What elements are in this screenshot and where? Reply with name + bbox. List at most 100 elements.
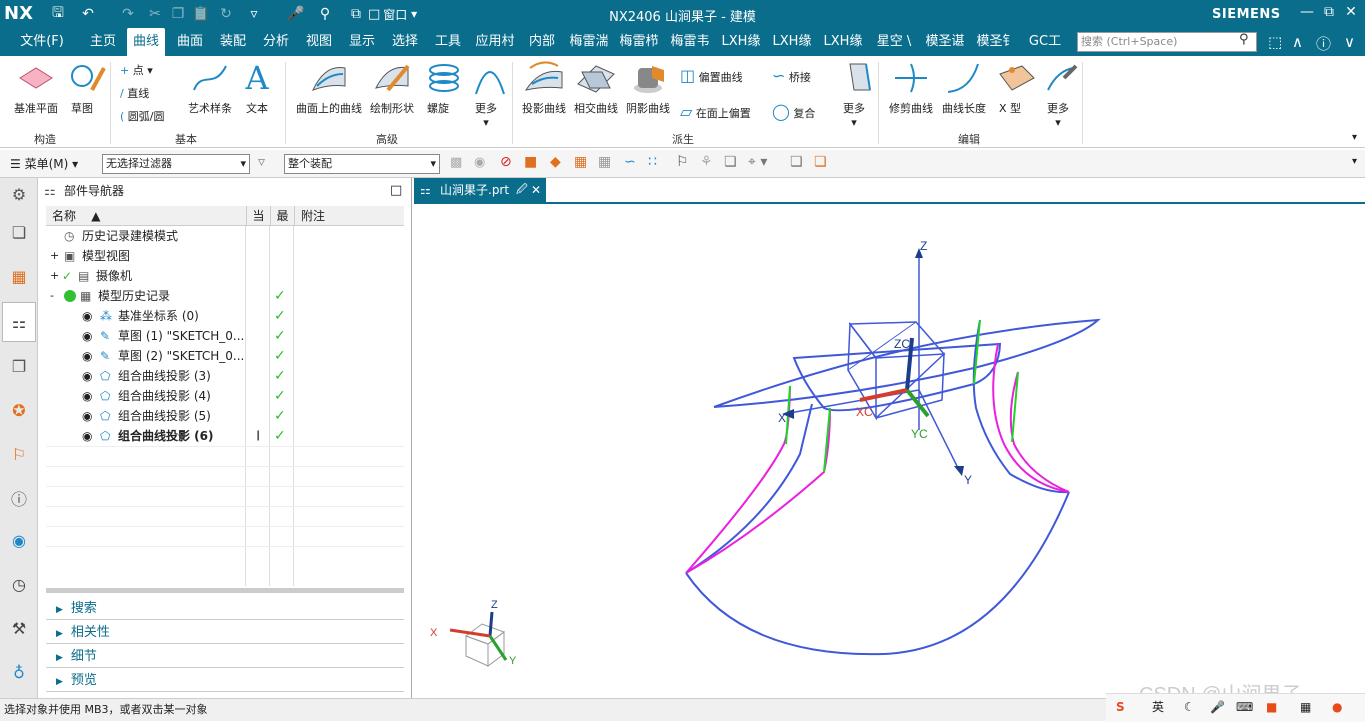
toolbox-icon[interactable]: ▦ — [1300, 696, 1311, 718]
sogou-icon[interactable]: S — [1116, 696, 1125, 718]
globe-icon[interactable]: ◉ — [7, 528, 31, 552]
tab-0[interactable]: 文件(F) — [14, 28, 70, 56]
column-comment-header[interactable]: 附注 — [294, 206, 404, 226]
tab-16[interactable]: LXH缘 — [770, 28, 814, 56]
arc-circle-button[interactable]: ( 圆弧/圆 — [120, 108, 165, 124]
feature-cube-icon[interactable]: ■ — [524, 154, 537, 170]
tree-row[interactable]: ◉ ⬠ 组合曲线投影 (6) ❙ ✓ — [46, 426, 402, 446]
project-curve-button[interactable]: 投影曲线 — [520, 60, 568, 116]
close-button[interactable]: ✕ — [1340, 4, 1362, 24]
solid-icon[interactable]: ▦ — [574, 154, 587, 170]
tab-10[interactable]: 应用村 — [473, 28, 517, 56]
web-browser-icon[interactable]: ⚐ — [7, 442, 31, 466]
more-derived-button[interactable]: 更多 ▾ — [836, 60, 872, 129]
collapse-ribbon-icon[interactable]: ∧ — [1292, 33, 1303, 51]
line-button[interactable]: / 直线 — [120, 85, 149, 101]
column-latest-header[interactable]: 最 — [270, 206, 294, 226]
tab-1[interactable]: 主页 — [84, 28, 122, 56]
type-filter-select[interactable]: 无选择过滤器 ▾ — [102, 154, 250, 174]
tree-row[interactable]: + ▣ 模型视图 — [46, 246, 402, 266]
selection-cube-icon[interactable]: ❏ — [814, 154, 827, 170]
visibility-eye-icon[interactable]: ◉ — [82, 306, 92, 326]
more-edit-button[interactable]: 更多 ▾ — [1038, 60, 1078, 129]
voice-icon[interactable]: 🎤 — [1210, 696, 1225, 718]
menu-button[interactable]: ☰ 菜单(M) ▾ — [10, 155, 78, 172]
constraint-navigator-icon[interactable]: ▦ — [7, 264, 31, 288]
column-name-header[interactable]: 名称 ▲ — [46, 206, 246, 226]
curve-icon[interactable]: ∽ — [624, 154, 636, 170]
tab-8[interactable]: 选择 — [387, 28, 423, 56]
x-form-button[interactable]: X 型 — [992, 60, 1035, 116]
tree-row[interactable]: ◉ ⬠ 组合曲线投影 (3) ✓ — [46, 366, 402, 386]
minimize-button[interactable]: — — [1296, 4, 1318, 24]
part-navigator-icon[interactable]: ⚏ — [7, 310, 31, 334]
maximize-panel-icon[interactable]: □ — [390, 183, 402, 198]
column-current-header[interactable]: 当 — [246, 206, 270, 226]
visibility-eye-icon[interactable]: ◉ — [82, 426, 92, 446]
component-icon[interactable]: ❏ — [724, 154, 737, 170]
curve-length-button[interactable]: 曲线长度 — [940, 60, 988, 116]
composite-button[interactable]: ◯ 复合 — [772, 102, 815, 121]
ribbon-collapse-icon[interactable]: ▾ — [1352, 132, 1357, 143]
info-icon[interactable]: ⓘ — [7, 486, 31, 510]
fullscreen-icon[interactable]: ⬚ — [1268, 33, 1282, 51]
tab-4[interactable]: 装配 — [214, 28, 252, 56]
shadow-curve-button[interactable]: 阴影曲线 — [624, 60, 672, 116]
filter-icon[interactable]: ▿ — [258, 154, 265, 170]
tree-row[interactable]: ◉ ✎ 草图 (1) "SKETCH_0... ✓ — [46, 326, 402, 346]
toolbar-expand-icon[interactable]: ▾ — [1352, 156, 1357, 167]
keyboard-icon[interactable]: ⌨ — [1236, 696, 1253, 718]
visibility-eye-icon[interactable]: ◉ — [82, 366, 92, 386]
tab-19[interactable]: 模圣谌 — [923, 28, 967, 56]
visibility-eye-icon[interactable]: ◉ — [82, 326, 92, 346]
tab-18[interactable]: 星空 \ — [872, 28, 916, 56]
ime-language[interactable]: 英 — [1152, 696, 1164, 718]
snap2-icon[interactable]: ⚘ — [700, 154, 713, 170]
select-body-icon[interactable]: ◉ — [474, 155, 485, 170]
tab-13[interactable]: 梅雷栉 — [617, 28, 661, 56]
bridge-button[interactable]: ∽ 桥接 — [772, 66, 811, 85]
tab-2[interactable]: 曲线 — [127, 28, 165, 56]
draw-shape-button[interactable]: 绘制形状 — [368, 60, 416, 116]
visibility-eye-icon[interactable]: ◉ — [82, 386, 92, 406]
reuse-library-icon[interactable]: ❐ — [7, 354, 31, 378]
art-spline-button[interactable]: 艺术样条 — [184, 60, 236, 116]
tab-11[interactable]: 内部 — [524, 28, 560, 56]
tab-7[interactable]: 显示 — [344, 28, 380, 56]
history-icon[interactable]: ◷ — [7, 572, 31, 596]
tab-17[interactable]: LXH缘 — [821, 28, 865, 56]
text-button[interactable]: A 文本 — [240, 60, 274, 116]
assembly-navigator-icon[interactable]: ❏ — [7, 220, 31, 244]
tools-icon[interactable]: ⚒ — [7, 616, 31, 640]
points-icon[interactable]: ∷ — [648, 154, 657, 170]
expand-toggle-icon[interactable]: + — [50, 246, 59, 266]
tab-3[interactable]: 曲面 — [172, 28, 208, 56]
sheet-icon[interactable]: ▦ — [598, 154, 611, 170]
offset-curve-button[interactable]: ◫ 偏置曲线 — [680, 66, 743, 85]
tree-row[interactable]: + ✓ ▤ 摄像机 — [46, 266, 402, 286]
horizontal-scrollbar[interactable] — [46, 588, 404, 593]
more-icon[interactable]: ∨ — [1344, 33, 1355, 51]
tab-14[interactable]: 梅雷韦 — [668, 28, 712, 56]
tree-row[interactable]: ◉ ⬠ 组合曲线投影 (4) ✓ — [46, 386, 402, 406]
tab-21[interactable]: GC工 — [1025, 28, 1065, 56]
point-button[interactable]: + 点 ▾ — [120, 62, 153, 78]
expand-toggle-icon[interactable]: - — [50, 286, 54, 306]
skin-icon[interactable]: ■ — [1266, 696, 1277, 718]
accordion-1[interactable]: ▶ 相关性 — [46, 622, 404, 644]
face-icon[interactable]: ◆ — [550, 154, 561, 170]
expand-toggle-icon[interactable]: + — [50, 266, 59, 286]
sketch-button[interactable]: 草图 — [62, 60, 106, 116]
tree-row[interactable]: ◉ ⬠ 组合曲线投影 (5) ✓ — [46, 406, 402, 426]
settings-icon[interactable]: ⚙ — [7, 182, 31, 206]
more-advanced-button[interactable]: 更多 ▾ — [466, 60, 506, 129]
tab-12[interactable]: 梅雷湍 — [567, 28, 611, 56]
accordion-3[interactable]: ▶ 预览 — [46, 670, 404, 692]
restore-button[interactable]: ⧉ — [1318, 4, 1340, 24]
tab-6[interactable]: 视图 — [301, 28, 337, 56]
snap-icon[interactable]: ⚐ — [676, 154, 689, 170]
tree-row[interactable]: ◉ ✎ 草图 (2) "SKETCH_0... ✓ — [46, 346, 402, 366]
graphics-window[interactable]: ⚏ 山涧果子.prt 🖉 ✕ Z X Y ZC XC YC Z X Y — [414, 178, 1365, 706]
model-view[interactable]: Z X Y ZC XC YC Z X Y — [414, 204, 1365, 700]
tree-row[interactable]: ◉ ⁂ 基准坐标系 (0) ✓ — [46, 306, 402, 326]
